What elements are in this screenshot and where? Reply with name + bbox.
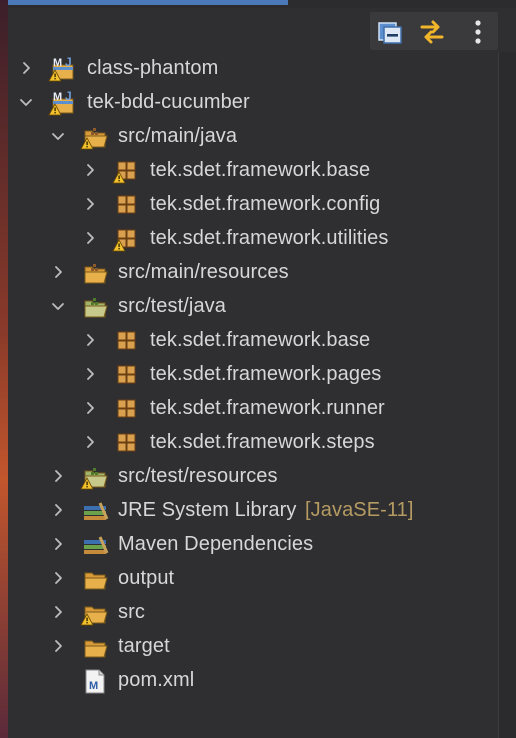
tree-item-label: tek.sdet.framework.steps xyxy=(150,431,375,453)
tree-item-label: src/main/java xyxy=(118,125,238,147)
tree-item[interactable]: tek.sdet.framework.steps xyxy=(8,426,498,460)
package-icon xyxy=(112,161,136,184)
chevron-right-icon[interactable] xyxy=(82,400,98,416)
chevron-right-icon[interactable] xyxy=(50,570,66,586)
svg-text:J: J xyxy=(65,89,72,103)
package-icon xyxy=(117,399,136,418)
svg-text:M: M xyxy=(89,680,98,692)
tree-item-label: JRE System Library xyxy=(118,499,297,521)
test-source-folder-icon xyxy=(80,468,108,490)
chevron-right-icon[interactable] xyxy=(50,502,66,518)
tree-item[interactable]: output xyxy=(8,562,498,596)
tree-item-label: tek-bdd-cucumber xyxy=(87,91,250,113)
chevron-right-icon[interactable] xyxy=(50,264,66,280)
maven-project-icon: M J xyxy=(48,89,74,116)
library-icon xyxy=(84,502,109,520)
package-icon xyxy=(117,195,136,214)
package-icon xyxy=(112,229,136,252)
active-view-tab-indicator[interactable] xyxy=(8,0,288,5)
test-source-folder-icon xyxy=(84,298,108,318)
chevron-right-icon[interactable] xyxy=(50,536,66,552)
tree-item[interactable]: M J class-phantom xyxy=(8,52,498,86)
tree-item[interactable]: tek.sdet.framework.base xyxy=(8,154,498,188)
chevron-down-icon[interactable] xyxy=(18,94,34,110)
tree-item[interactable]: tek.sdet.framework.pages xyxy=(8,358,498,392)
package-icon xyxy=(117,331,136,350)
vertical-scrollbar[interactable] xyxy=(498,52,516,738)
tree-item[interactable]: M J tek-bdd-cucumber xyxy=(8,86,498,120)
tree-item-label: src xyxy=(118,601,145,623)
tree-item-label: class-phantom xyxy=(87,57,219,79)
tree-item[interactable]: tek.sdet.framework.runner xyxy=(8,392,498,426)
tree-item[interactable]: JRE System Library [JavaSE-11] xyxy=(8,494,498,528)
chevron-right-icon[interactable] xyxy=(82,332,98,348)
tree-item[interactable]: Mpom.xml xyxy=(8,664,498,698)
source-folder-icon xyxy=(84,264,108,284)
chevron-right-icon[interactable] xyxy=(82,366,98,382)
svg-text:J: J xyxy=(65,55,72,69)
collapse-all-button[interactable] xyxy=(376,18,404,46)
tree-item-label: tek.sdet.framework.utilities xyxy=(150,227,389,249)
chevron-right-icon[interactable] xyxy=(50,638,66,654)
tree-item[interactable]: src/main/resources xyxy=(8,256,498,290)
package-icon xyxy=(117,365,136,384)
link-with-editor-button[interactable] xyxy=(418,18,446,46)
tree-item-label: tek.sdet.framework.base xyxy=(150,159,371,181)
tree-item[interactable]: src xyxy=(8,596,498,630)
tree-item-label: tek.sdet.framework.runner xyxy=(150,397,385,419)
tree-item-label: Maven Dependencies xyxy=(118,533,314,555)
chevron-right-icon[interactable] xyxy=(82,434,98,450)
tree-item[interactable]: tek.sdet.framework.base xyxy=(8,324,498,358)
view-toolbar xyxy=(370,12,498,50)
tree-item-label: src/main/resources xyxy=(118,261,289,283)
link-with-editor-icon xyxy=(420,20,444,44)
tree-item[interactable]: src/test/java xyxy=(8,290,498,324)
library-icon xyxy=(84,536,109,554)
tree-item-label: target xyxy=(118,635,170,657)
collapse-all-icon xyxy=(378,22,402,44)
chevron-down-icon[interactable] xyxy=(50,298,66,314)
tree-item[interactable]: Maven Dependencies xyxy=(8,528,498,562)
chevron-right-icon[interactable] xyxy=(82,196,98,212)
chevron-right-icon[interactable] xyxy=(50,604,66,620)
tree-item-label: pom.xml xyxy=(118,669,195,691)
view-menu-button[interactable] xyxy=(464,18,492,46)
tree-item-label: tek.sdet.framework.base xyxy=(150,329,371,351)
tree-item-label: src/test/resources xyxy=(118,465,278,487)
view-menu-icon xyxy=(475,20,481,44)
tree-item-label: tek.sdet.framework.pages xyxy=(150,363,382,385)
tree-item-label: output xyxy=(118,567,175,589)
tree-item-label: src/test/java xyxy=(118,295,226,317)
chevron-down-icon[interactable] xyxy=(50,128,66,144)
chevron-right-icon[interactable] xyxy=(50,468,66,484)
chevron-right-icon[interactable] xyxy=(18,60,34,76)
chevron-right-icon[interactable] xyxy=(82,162,98,178)
desktop-background-edge xyxy=(0,0,8,738)
tree-item-label: tek.sdet.framework.config xyxy=(150,193,381,215)
tree-item[interactable]: tek.sdet.framework.config xyxy=(8,188,498,222)
tree-item[interactable]: src/main/java xyxy=(8,120,498,154)
folder-icon xyxy=(84,640,108,658)
folder-icon xyxy=(84,572,108,590)
maven-project-icon: M J xyxy=(48,55,74,82)
chevron-right-icon[interactable] xyxy=(82,230,98,246)
tree-item[interactable]: tek.sdet.framework.utilities xyxy=(8,222,498,256)
source-folder-icon xyxy=(80,128,108,150)
package-icon xyxy=(117,433,136,452)
maven-pom-file-icon: M xyxy=(85,669,105,694)
tree-item-decoration: [JavaSE-11] xyxy=(305,499,414,521)
folder-icon xyxy=(80,606,108,626)
tree-item[interactable]: target xyxy=(8,630,498,664)
tree-item[interactable]: src/test/resources xyxy=(8,460,498,494)
project-explorer-tree: M J class-phantom M J tek-bdd-cucumber s… xyxy=(8,52,498,738)
